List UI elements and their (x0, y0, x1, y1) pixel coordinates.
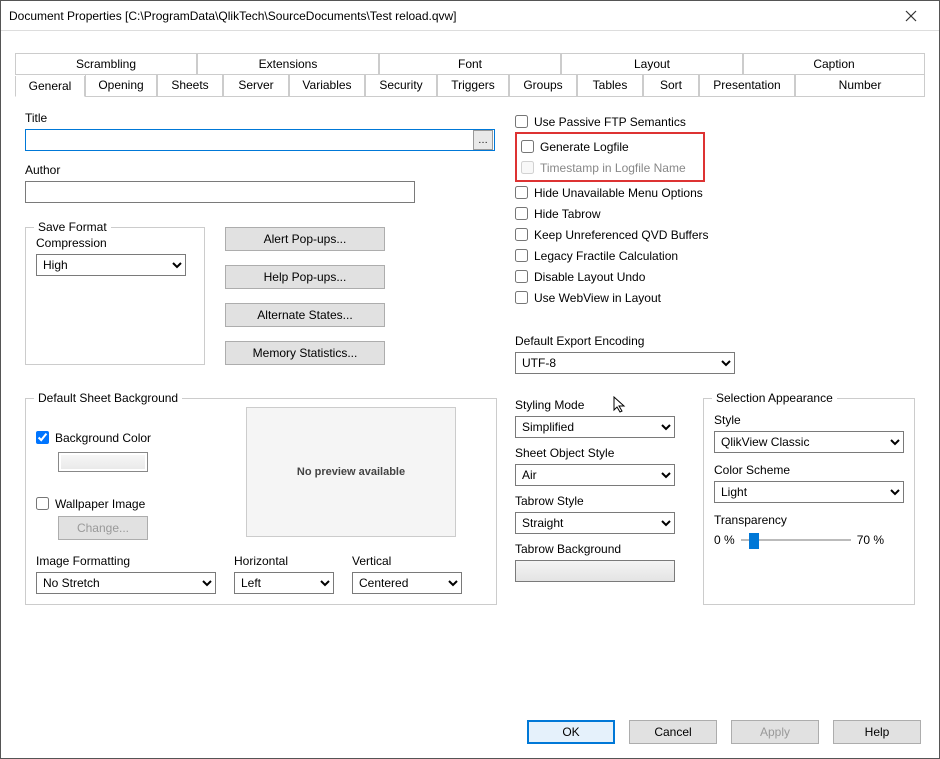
highlight-logfile-group: Generate Logfile Timestamp in Logfile Na… (515, 132, 705, 182)
memory-statistics-button[interactable]: Memory Statistics... (225, 341, 385, 365)
title-input-wrapper: … (25, 129, 495, 151)
transparency-label: Transparency (714, 513, 904, 527)
check-passive-ftp[interactable]: Use Passive FTP Semantics (515, 111, 915, 132)
alternate-states-button[interactable]: Alternate States... (225, 303, 385, 327)
check-webview[interactable]: Use WebView in Layout (515, 287, 915, 308)
transparency-min: 0 % (714, 533, 735, 547)
check-keep-qvd[interactable]: Keep Unreferenced QVD Buffers (515, 224, 915, 245)
title-expression-button[interactable]: … (473, 130, 493, 150)
image-formatting-label: Image Formatting (36, 554, 216, 568)
sheet-bg-group-label: Default Sheet Background (34, 391, 182, 405)
check-hide-menu[interactable]: Hide Unavailable Menu Options (515, 182, 915, 203)
bg-color-swatch[interactable] (58, 452, 148, 472)
tab-tables[interactable]: Tables (577, 75, 643, 96)
vertical-select[interactable]: Centered (352, 572, 462, 594)
color-scheme-label: Color Scheme (714, 463, 904, 477)
export-encoding-label: Default Export Encoding (515, 334, 915, 348)
tab-variables[interactable]: Variables (289, 75, 365, 96)
tab-opening[interactable]: Opening (85, 75, 157, 96)
color-scheme-select[interactable]: Light (714, 481, 904, 503)
window-title: Document Properties [C:\ProgramData\Qlik… (9, 9, 891, 23)
tab-sheets[interactable]: Sheets (157, 75, 223, 96)
export-encoding-select[interactable]: UTF-8 (515, 352, 735, 374)
tab-layout[interactable]: Layout (561, 53, 743, 74)
tabrow-style-select[interactable]: Straight (515, 512, 675, 534)
check-hide-tabrow[interactable]: Hide Tabrow (515, 203, 915, 224)
tabrow-bg-label: Tabrow Background (515, 542, 685, 556)
help-popups-button[interactable]: Help Pop-ups... (225, 265, 385, 289)
check-generate-logfile[interactable]: Generate Logfile (521, 136, 699, 157)
transparency-max: 70 % (857, 533, 884, 547)
check-wallpaper[interactable]: Wallpaper Image (36, 493, 226, 514)
tab-caption[interactable]: Caption (743, 53, 925, 74)
tab-sort[interactable]: Sort (643, 75, 699, 96)
save-format-group-label: Save Format (34, 220, 111, 234)
help-button[interactable]: Help (833, 720, 921, 744)
dialog-window: Document Properties [C:\ProgramData\Qlik… (0, 0, 940, 759)
tab-number[interactable]: Number (795, 75, 925, 96)
tabrow-style-label: Tabrow Style (515, 494, 685, 508)
close-icon (905, 10, 917, 22)
alert-popups-button[interactable]: Alert Pop-ups... (225, 227, 385, 251)
check-bg-color[interactable]: Background Color (36, 427, 226, 448)
styling-mode-label: Styling Mode (515, 398, 685, 412)
cancel-button[interactable]: Cancel (629, 720, 717, 744)
image-formatting-select[interactable]: No Stretch (36, 572, 216, 594)
title-label: Title (25, 111, 495, 125)
dialog-footer: OK Cancel Apply Help (527, 720, 921, 744)
close-button[interactable] (891, 2, 931, 30)
check-legacy-fractile[interactable]: Legacy Fractile Calculation (515, 245, 915, 266)
titlebar: Document Properties [C:\ProgramData\Qlik… (1, 1, 939, 31)
transparency-slider[interactable] (741, 531, 851, 549)
change-wallpaper-button: Change... (58, 516, 148, 540)
tab-scrambling[interactable]: Scrambling (15, 53, 197, 74)
tab-groups[interactable]: Groups (509, 75, 577, 96)
horizontal-select[interactable]: Left (234, 572, 334, 594)
check-disable-undo[interactable]: Disable Layout Undo (515, 266, 915, 287)
apply-button: Apply (731, 720, 819, 744)
tab-row-lower: General Opening Sheets Server Variables … (15, 75, 925, 97)
horizontal-label: Horizontal (234, 554, 334, 568)
compression-select[interactable]: High (36, 254, 186, 276)
compression-label: Compression (36, 236, 194, 250)
sheet-object-style-label: Sheet Object Style (515, 446, 685, 460)
author-label: Author (25, 163, 495, 177)
tab-row-upper: Scrambling Extensions Font Layout Captio… (15, 53, 925, 75)
tab-font[interactable]: Font (379, 53, 561, 74)
tabrow-bg-swatch[interactable] (515, 560, 675, 582)
ok-button[interactable]: OK (527, 720, 615, 744)
sheet-object-style-select[interactable]: Air (515, 464, 675, 486)
style-label: Style (714, 413, 904, 427)
check-timestamp-logfile: Timestamp in Logfile Name (521, 157, 699, 178)
style-select[interactable]: QlikView Classic (714, 431, 904, 453)
selection-appearance-group-label: Selection Appearance (712, 391, 837, 405)
vertical-label: Vertical (352, 554, 462, 568)
author-input[interactable] (25, 181, 415, 203)
bg-preview: No preview available (246, 407, 456, 537)
tab-server[interactable]: Server (223, 75, 289, 96)
title-input[interactable] (26, 130, 473, 150)
tab-general[interactable]: General (15, 76, 85, 97)
tab-triggers[interactable]: Triggers (437, 75, 509, 96)
tab-extensions[interactable]: Extensions (197, 53, 379, 74)
tab-security[interactable]: Security (365, 75, 437, 96)
styling-mode-select[interactable]: Simplified (515, 416, 675, 438)
tab-presentation[interactable]: Presentation (699, 75, 795, 96)
